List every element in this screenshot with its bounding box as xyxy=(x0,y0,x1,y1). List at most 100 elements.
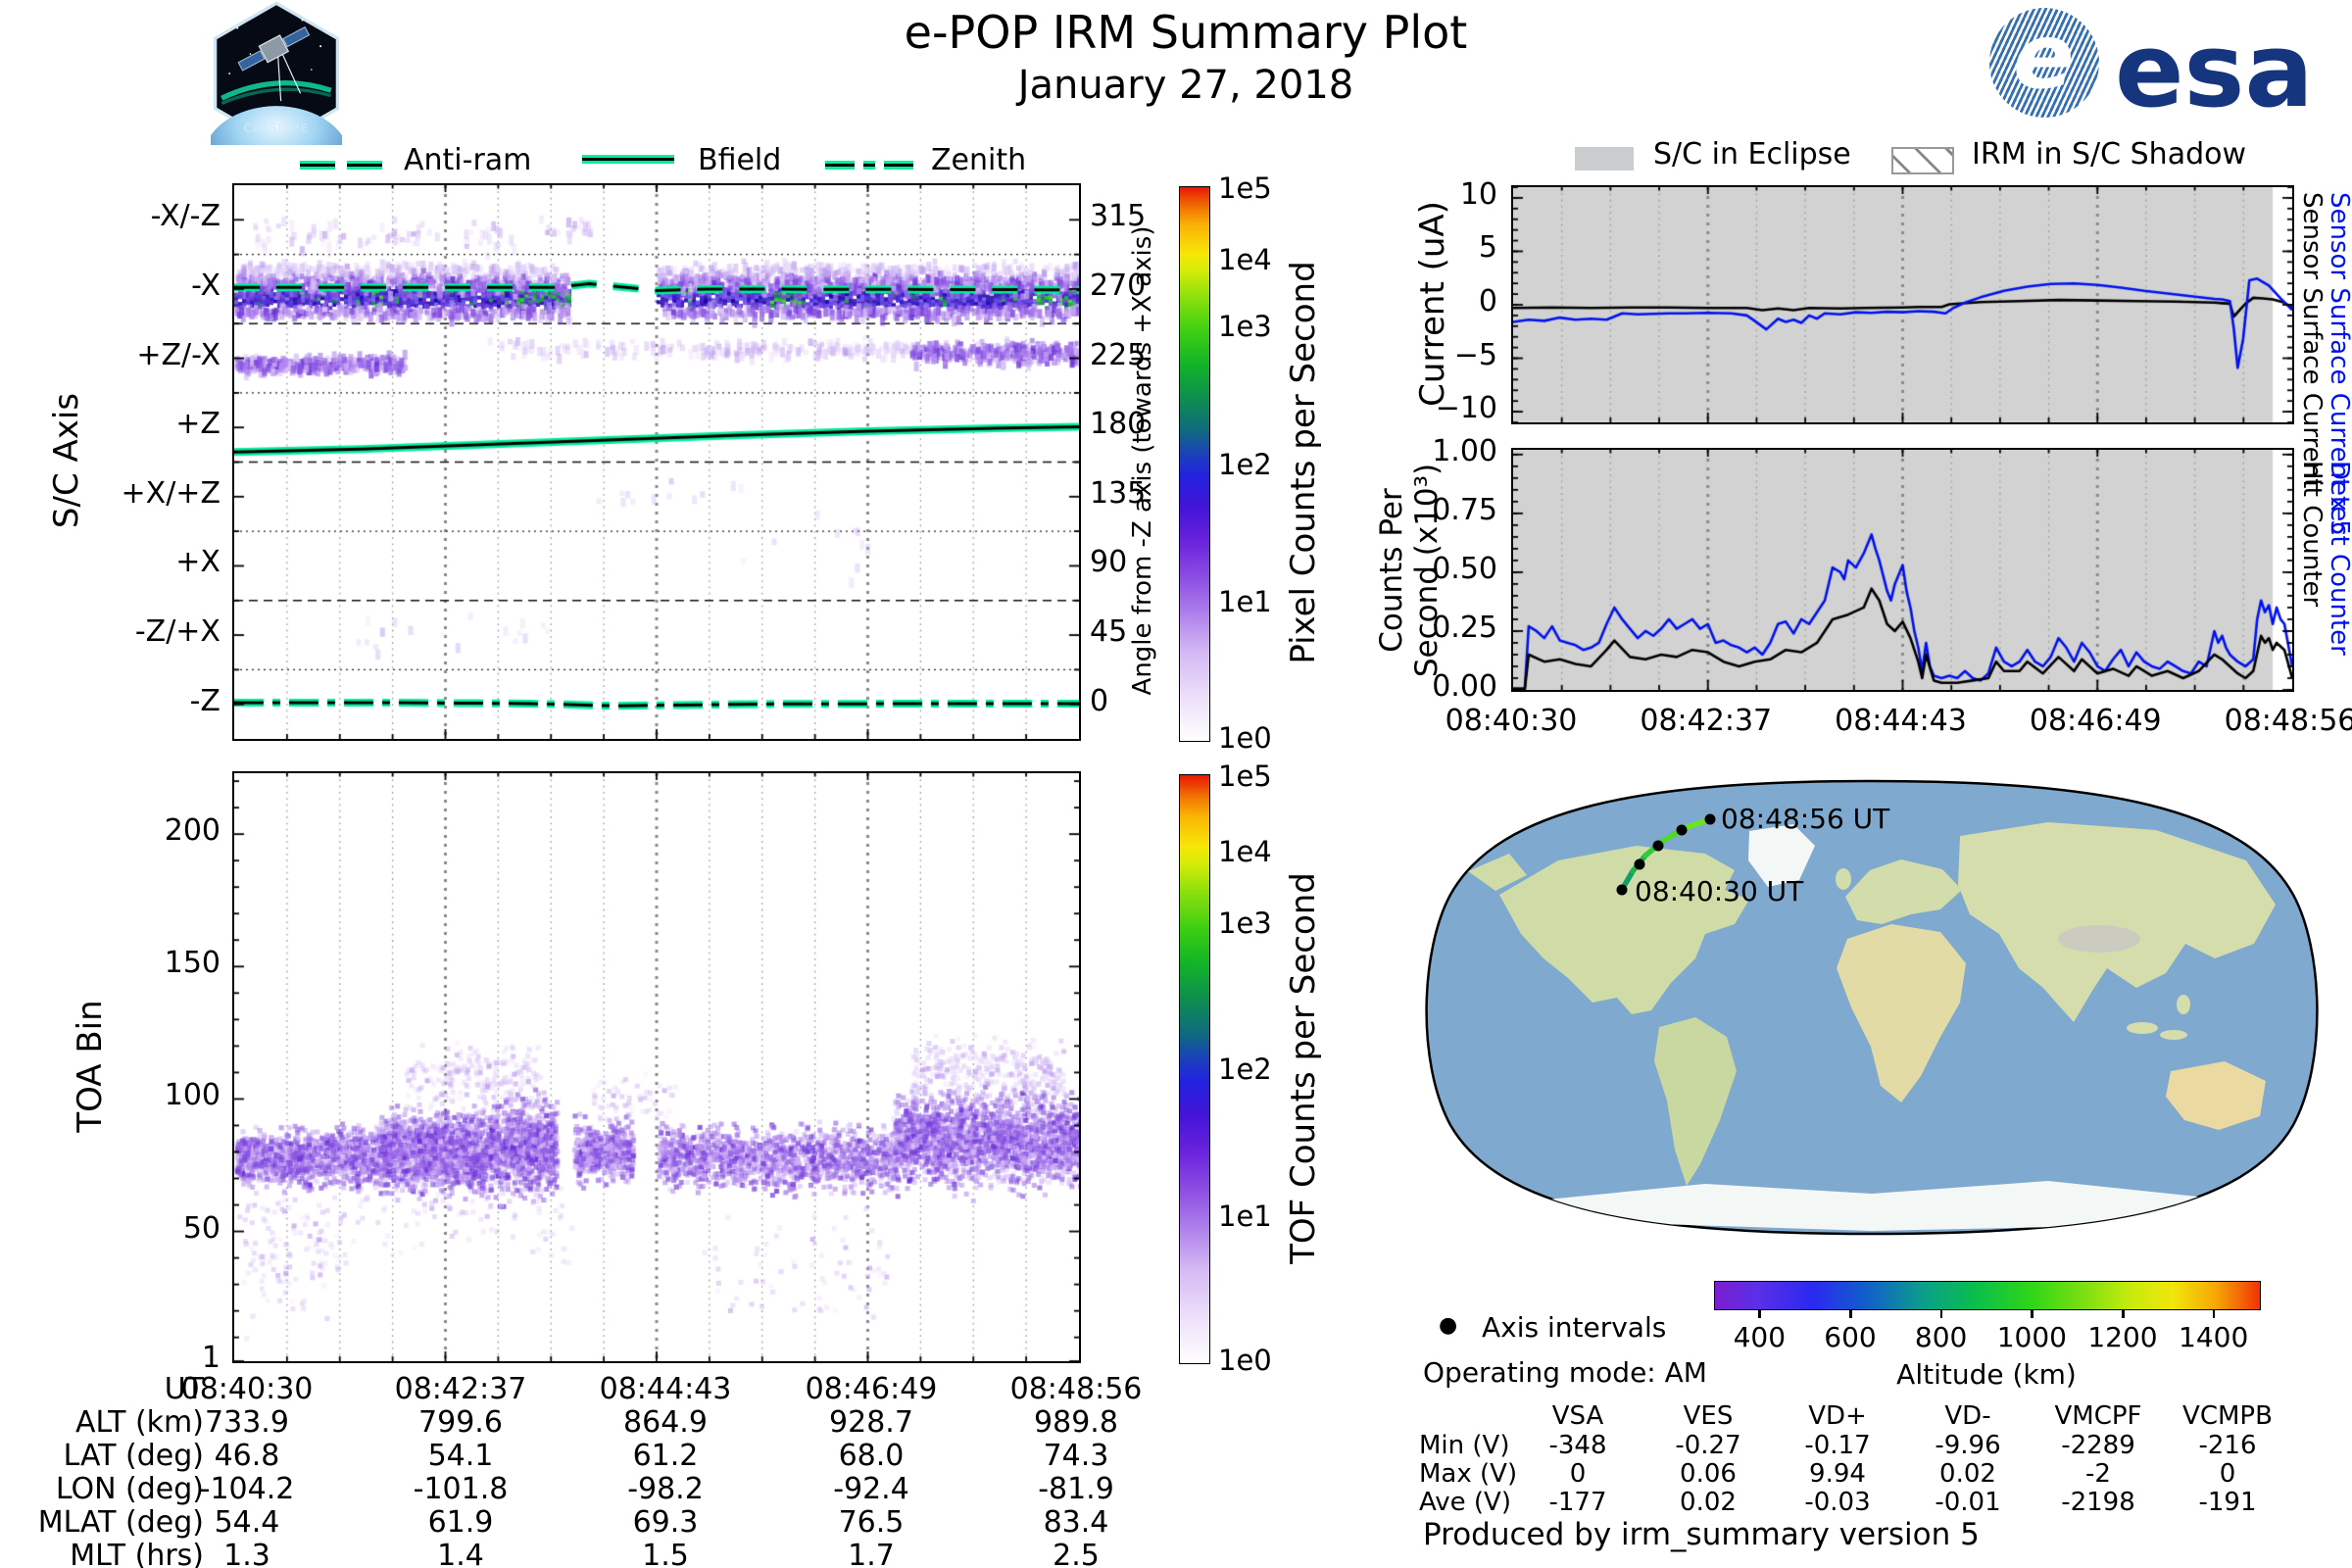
sc-right-tick-45: 45 xyxy=(1090,614,1128,650)
tof-cb-tick-1e4: 1e4 xyxy=(1218,835,1272,869)
island-uk xyxy=(1836,868,1851,890)
sc-row-label-+X: +X xyxy=(175,545,220,580)
ephemeris-cell-MLT (hrs)-3: 1.7 xyxy=(848,1539,895,1568)
voltage-cell-Min (V)-VCMPB: -216 xyxy=(2198,1431,2257,1460)
alt-tickmark-1200 xyxy=(2122,1309,2125,1318)
track-start-time-label: 08:40:30 UT xyxy=(1635,875,1804,907)
legend-label-shadow: IRM in S/C Shadow xyxy=(1972,137,2247,172)
ephemeris-cell-ALT (km)-1: 799.6 xyxy=(418,1405,503,1440)
ephemeris-cell-MLAT (deg)-3: 76.5 xyxy=(838,1505,905,1540)
counts-xtick-08:46:49: 08:46:49 xyxy=(2029,704,2162,738)
esa-globe-e: e xyxy=(2013,8,2075,109)
voltage-cell-Ave (V)-VD+: -0.03 xyxy=(1804,1488,1871,1517)
alt-tickmark-800 xyxy=(1939,1309,1943,1318)
axis-interval-dot-icon: ● xyxy=(1439,1313,1458,1338)
tof-cb-tick-1e5: 1e5 xyxy=(1218,760,1272,794)
alt-tickmark-400 xyxy=(1758,1309,1761,1318)
sc-row-label--Z/+X: -Z/+X xyxy=(134,614,220,650)
legend-label-zenith: Zenith xyxy=(931,143,1027,177)
tof-counts-colorbar-label: TOF Counts per Second xyxy=(1284,872,1323,1264)
ephemeris-cell-LAT (deg)-0: 46.8 xyxy=(214,1439,280,1473)
sc-right-tick-135: 135 xyxy=(1090,475,1147,511)
sc-row-label-+X/+Z: +X/+Z xyxy=(121,475,220,511)
sc-row-label--X/-Z: -X/-Z xyxy=(150,199,220,234)
legend-label-anti-ram: Anti-ram xyxy=(404,143,532,177)
sc-row-label--Z: -Z xyxy=(189,683,220,718)
tof-cb-tick-1e3: 1e3 xyxy=(1218,906,1272,940)
voltage-cell-Ave (V)-VES: 0.02 xyxy=(1680,1488,1737,1517)
voltage-col-VD+: VD+ xyxy=(1808,1401,1867,1431)
ephemeris-cell-UT-1: 08:42:37 xyxy=(394,1372,527,1406)
pixel-cb-tick-1e3: 1e3 xyxy=(1218,309,1272,343)
ephemeris-cell-LAT (deg)-1: 54.1 xyxy=(427,1439,494,1473)
voltage-cell-Max (V)-VMCPF: -2 xyxy=(2085,1459,2111,1489)
ephemeris-cell-UT-0: 08:40:30 xyxy=(180,1372,314,1406)
world-map-icon: 08:40:30 UT 08:48:56 UT xyxy=(1425,779,2319,1236)
ephemeris-cell-LAT (deg)-2: 61.2 xyxy=(632,1439,699,1473)
counts-right-label-blue: Detect Counter xyxy=(2325,461,2352,656)
axis-interval-dot-2 xyxy=(1652,840,1664,852)
ephemeris-cell-ALT (km)-2: 864.9 xyxy=(623,1405,708,1440)
voltage-cell-Min (V)-VD-: -9.96 xyxy=(1935,1431,2001,1460)
cassiope-patch-icon: CASSIOPE xyxy=(203,1,350,211)
counts-ytick-0.25: 0.25 xyxy=(1432,610,1497,645)
esa-logo: e esa xyxy=(1989,6,2342,123)
current-ytick-−5: −5 xyxy=(1453,337,1497,372)
himalaya-mountains xyxy=(2058,925,2140,953)
current-ytick-10: 10 xyxy=(1459,176,1497,212)
island-japan xyxy=(2239,910,2253,938)
current-plot-canvas xyxy=(1513,187,2292,422)
ephemeris-cell-MLAT (deg)-4: 83.4 xyxy=(1043,1505,1109,1540)
voltage-col-VD-: VD- xyxy=(1944,1401,1991,1431)
altitude-colorbar xyxy=(1714,1281,2261,1310)
toa-ytick-200: 200 xyxy=(164,813,220,849)
operating-mode-label: Operating mode: AM xyxy=(1423,1356,1707,1389)
tof-cb-tick-1e0: 1e0 xyxy=(1218,1343,1272,1377)
page-subtitle: January 27, 2018 xyxy=(1017,63,1354,108)
counts-ytick-0.00: 0.00 xyxy=(1432,669,1497,704)
ephemeris-cell-LON (deg)-1: -101.8 xyxy=(413,1472,509,1506)
voltage-cell-Max (V)-VD-: 0.02 xyxy=(1939,1459,1996,1489)
voltage-row-label-Ave (V): Ave (V) xyxy=(1419,1488,1511,1517)
axis-interval-dot-4 xyxy=(1704,813,1716,825)
ephemeris-cell-LON (deg)-4: -81.9 xyxy=(1038,1472,1114,1506)
track-end-time-label: 08:48:56 UT xyxy=(1721,803,1890,835)
island-indonesia-2 xyxy=(2160,1030,2187,1040)
voltage-cell-Max (V)-VSA: 0 xyxy=(1569,1459,1587,1489)
counts-plot xyxy=(1511,448,2294,692)
current-ytick-5: 5 xyxy=(1478,230,1497,266)
voltage-cell-Ave (V)-VSA: -177 xyxy=(1548,1488,1607,1517)
counts-xtick-08:42:37: 08:42:37 xyxy=(1640,704,1773,738)
legend-label-eclipse: S/C in Eclipse xyxy=(1653,137,1851,172)
island-philippines xyxy=(2177,995,2190,1014)
voltage-row-label-Min (V): Min (V) xyxy=(1419,1431,1510,1460)
alt-tickmark-1400 xyxy=(2212,1309,2216,1318)
voltage-cell-Max (V)-VD+: 9.94 xyxy=(1809,1459,1866,1489)
ground-track-map: 08:40:30 UT 08:48:56 UT xyxy=(1411,777,2332,1238)
current-ytick-0: 0 xyxy=(1478,284,1497,318)
legend-label-bfield: Bfield xyxy=(698,143,782,177)
voltage-col-VMCPF: VMCPF xyxy=(2054,1401,2142,1431)
axis-interval-dot-3 xyxy=(1676,824,1688,836)
ephemeris-cell-UT-2: 08:44:43 xyxy=(599,1372,732,1406)
axis-interval-dot-1 xyxy=(1634,858,1645,870)
axis-interval-dot-0 xyxy=(1616,884,1628,896)
voltage-col-VSA: VSA xyxy=(1551,1401,1604,1431)
esa-wordmark: esa xyxy=(2115,11,2314,130)
voltage-cell-Min (V)-VD+: -0.17 xyxy=(1804,1431,1871,1460)
voltage-cell-Min (V)-VSA: -348 xyxy=(1548,1431,1607,1460)
current-plot xyxy=(1511,185,2294,424)
ephemeris-cell-LON (deg)-2: -98.2 xyxy=(627,1472,704,1506)
patch-mission-name: CASSIOPE xyxy=(244,122,310,135)
tof-counts-colorbar xyxy=(1179,774,1210,1364)
tof-cb-tick-1e2: 1e2 xyxy=(1218,1053,1272,1087)
pixel-counts-colorbar-label: Pixel Counts per Second xyxy=(1284,261,1323,664)
toa-ytick-100: 100 xyxy=(164,1078,220,1113)
bfield-line-icon xyxy=(582,155,674,164)
counts-ytick-0.75: 0.75 xyxy=(1432,492,1497,527)
ephemeris-cell-ALT (km)-4: 989.8 xyxy=(1034,1405,1118,1440)
sc-right-tick-180: 180 xyxy=(1090,407,1147,442)
counts-right-label-black: Hit Counter xyxy=(2297,461,2327,608)
ephemeris-cell-MLT (hrs)-1: 1.4 xyxy=(437,1539,484,1568)
voltage-col-VES: VES xyxy=(1683,1401,1734,1431)
